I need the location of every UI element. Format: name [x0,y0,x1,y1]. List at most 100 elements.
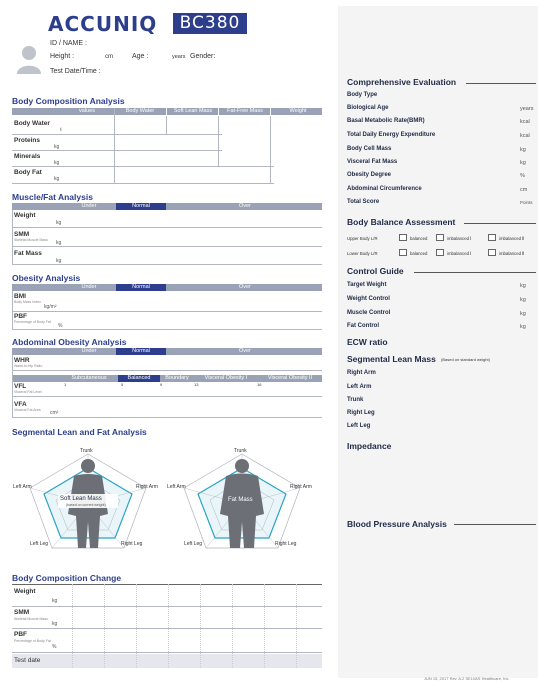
eval-unit: kg [520,147,526,153]
scale-under: Under [81,203,97,209]
abdominal-scale: Under Normal Over [12,348,322,355]
imbalanced-2-checkbox[interactable] [488,249,496,256]
lean-center-sub: (based on current weight) [66,503,106,507]
control-item: Muscle Control [347,310,391,316]
control-unit: kg [520,297,526,303]
bc-row-label: Proteins [14,137,41,144]
col-fat-free: Fat-Free Mass [227,108,263,114]
user-avatar-icon [17,46,41,74]
segmental-title: Segmental Lean and Fat Analysis [12,427,147,437]
change-row-sub: Skeletal Muscle Mass [14,617,48,621]
vfl-balanced: Balanced [118,375,160,382]
ob-row-label: PBF [14,313,27,320]
balance-row-label: Upper Body L/R [347,236,378,241]
segment-item: Right Arm [347,370,376,376]
balance-title: Body Balance Assessment [347,217,456,227]
scale-under: Under [81,348,97,354]
footer-revision: JUN 15, 2017 Rev. A.2 SELVAS Healthcare,… [424,676,510,681]
bc-row-label: Body Water [14,120,50,127]
segmental-lean-title: Segmental Lean Mass [347,354,436,364]
scale-over: Over [239,348,251,354]
age-unit: years [172,54,186,60]
balance-opt: balanced [410,236,428,241]
gender-label: Gender: [190,53,216,60]
fat-right-leg-label: Right Leg [275,541,297,547]
whr-label: WHR [14,357,30,364]
eval-item: Body Cell Mass [347,146,392,152]
scale-under: Under [81,284,97,290]
bc-row-label: Body Fat [14,169,42,176]
scale-normal: Normal [116,203,166,210]
segment-item: Right Leg [347,410,375,416]
change-row-label: SMM [14,609,30,616]
vfa-label: VFA [14,401,27,408]
ecw-title: ECW ratio [347,337,388,347]
vfl-visceral-1: Visceral Obesity I [204,375,248,381]
mf-row-sub: Skeletal Muscle Mass [14,238,48,242]
change-row-label: Weight [14,588,36,595]
col-soft-lean: Soft Lean Mass [173,108,213,114]
scale-over: Over [239,284,251,290]
test-date-label: Test Date/Time : [50,68,101,75]
control-item: Target Weight [347,282,387,288]
mf-row-label: Weight [14,212,36,219]
control-title: Control Guide [347,266,404,276]
bc-row-unit: kg [54,176,60,182]
ob-row-sub: Percentage of Body Fat [14,320,51,324]
balance-opt: imbalanced Ⅰ [447,236,472,241]
brand-name: ACCUNIQ [48,12,158,36]
eval-unit: kg [520,160,526,166]
change-row-unit: % [52,644,57,650]
scale-normal: Normal [116,348,166,355]
vfa-sub: Visceral Fat Area [14,408,41,412]
balanced-checkbox[interactable] [399,249,407,256]
balance-opt: imbalanced Ⅱ [499,251,525,256]
body-composition-title: Body Composition Analysis [12,96,125,106]
eval-unit: Points [520,200,533,205]
id-label: ID / NAME : [50,40,87,47]
imbalanced-2-checkbox[interactable] [488,234,496,241]
segment-item: Left Arm [347,384,372,390]
obesity-title: Obesity Analysis [12,273,81,283]
model-badge: BC380 [173,13,247,34]
eval-unit: % [520,173,525,179]
vfl-tick: 1 [64,382,67,387]
vfl-tick: 5 [121,382,124,387]
eval-unit: cm [520,187,528,193]
left-panel: ACCUNIQ BC380 ID / NAME : Height : cm Ag… [0,0,332,687]
balance-opt: balanced [410,251,428,256]
lean-trunk-label: Trunk [80,448,93,454]
imbalanced-1-checkbox[interactable] [436,234,444,241]
bc-row-label: Minerals [14,153,41,160]
lean-right-leg-label: Right Leg [121,541,143,547]
mf-row-label: SMM [14,231,30,238]
bc-row-unit: ℓ [60,127,62,133]
eval-item: Basal Metabolic Rate(BMR) [347,118,425,124]
change-row-sub: Percentage of Body Fat [14,639,51,643]
ob-row-label: BMI [14,293,26,300]
imbalanced-1-checkbox[interactable] [436,249,444,256]
lean-left-leg-label: Left Leg [30,541,49,547]
comprehensive-title: Comprehensive Evaluation [347,77,457,87]
impedance-title: Impedance [347,441,392,451]
eval-unit: kcal [520,119,530,125]
balanced-checkbox[interactable] [399,234,407,241]
height-label: Height : [50,53,75,60]
control-unit: kg [520,324,526,330]
eval-item: Abdominal Circumference [347,186,422,192]
fat-trunk-label: Trunk [234,448,247,454]
scale-over: Over [239,203,251,209]
muscle-fat-title: Muscle/Fat Analysis [12,192,93,202]
balance-row-label: Lower Body L/R [347,251,378,256]
eval-item: Obesity Degree [347,172,392,178]
test-date-label: Test date [14,657,41,664]
whr-sub: Waist-to-Hip Ratio [14,364,43,368]
mf-row-label: Fat Mass [14,250,42,257]
vfl-boundary: Boundary [165,375,189,381]
vfl-visceral-2: Visceral Obesity II [267,375,313,381]
control-item: Weight Control [347,296,390,302]
change-title: Body Composition Change [12,573,122,583]
body-composition-header: values Body Water Soft Lean Mass Fat-Fre… [12,108,322,115]
eval-item: Body Type [347,92,378,98]
fat-right-arm-label: Right Arm [290,484,312,490]
